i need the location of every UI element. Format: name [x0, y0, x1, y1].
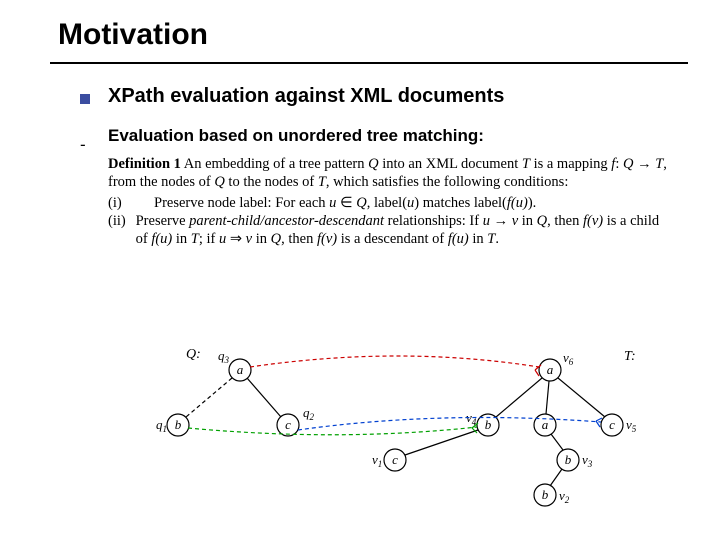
heading-2: Evaluation based on unordered tree match… [108, 126, 484, 146]
edge [496, 378, 542, 417]
def-text: , which satisfies the following conditio… [326, 174, 568, 190]
bullet-dash-icon: - [80, 135, 86, 155]
bullet-square-icon [80, 94, 90, 104]
sym-T: T [522, 156, 530, 172]
def-text: An embedding of a tree pattern [181, 156, 368, 172]
def-text: to the nodes of [225, 174, 318, 190]
sym-T: T [318, 174, 326, 190]
node-label: a [547, 362, 554, 377]
definition-block: Definition 1 An embedding of a tree patt… [108, 155, 670, 248]
def-text: into an XML document [379, 156, 522, 172]
node-label: a [237, 362, 244, 377]
node-label: b [565, 452, 572, 467]
mapping-arrow-green [188, 427, 477, 435]
edge-q3-q1 [186, 378, 232, 417]
node-sub: v6 [563, 350, 574, 367]
def-text: : [615, 156, 623, 172]
condition-text: Preserve node label: For each u ∈ Q, lab… [154, 194, 536, 212]
condition-number: (ii) [108, 212, 136, 249]
condition-number: (i) [108, 194, 154, 212]
node-sub: v2 [559, 488, 570, 505]
node-sub: q1 [156, 417, 167, 434]
definition-head: Definition 1 [108, 156, 181, 172]
node-label: b [542, 487, 549, 502]
def-text: → [633, 156, 655, 172]
edge [551, 434, 563, 450]
edge [550, 469, 562, 486]
sym-Q: Q [623, 156, 633, 172]
node-label: b [175, 417, 182, 432]
node-label: b [485, 417, 492, 432]
heading-1: XPath evaluation against XML documents [108, 85, 504, 108]
edge-q3-q2 [247, 378, 281, 417]
mapping-arrow-red [250, 356, 539, 367]
node-label: c [609, 417, 615, 432]
node-label: c [392, 452, 398, 467]
t-label: T: [624, 349, 636, 364]
def-text: is a mapping [530, 156, 611, 172]
condition-text: Preserve parent-child/ancestor-descendan… [136, 212, 670, 249]
condition-list: (i) Preserve node label: For each u ∈ Q,… [108, 194, 670, 249]
node-sub: q3 [218, 348, 230, 365]
edge [405, 430, 478, 455]
condition-ii: (ii) Preserve parent-child/ancestor-desc… [108, 212, 670, 249]
edge [546, 381, 549, 414]
title-underline [50, 62, 688, 64]
tree-diagram: a b c Q: q3 q1 q2 a b a c c b b T: v6 v4… [150, 330, 655, 510]
q-label: Q: [186, 347, 201, 362]
node-sub: v5 [626, 417, 637, 434]
edge [558, 378, 605, 417]
node-sub: v4 [466, 410, 477, 427]
node-label: c [285, 417, 291, 432]
node-sub: v3 [582, 452, 593, 469]
condition-i: (i) Preserve node label: For each u ∈ Q,… [108, 194, 670, 212]
sym-Q: Q [214, 174, 224, 190]
node-sub: q2 [303, 405, 315, 422]
sym-Q: Q [368, 156, 378, 172]
node-sub: v1 [372, 452, 382, 469]
page-title: Motivation [0, 0, 720, 52]
